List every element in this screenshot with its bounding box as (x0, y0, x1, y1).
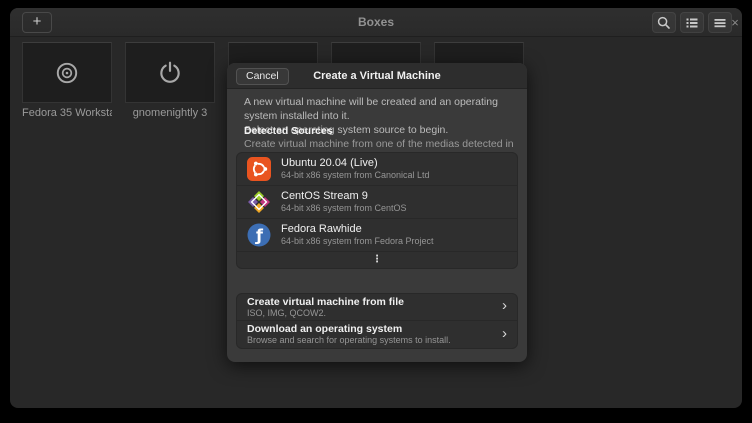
dialog-header: Create a Virtual Machine Cancel (227, 63, 527, 89)
fedora-logo-icon: ƒ (247, 223, 271, 247)
source-text: Ubuntu 20.04 (Live) 64-bit x86 system fr… (281, 157, 430, 181)
action-title: Create virtual machine from file (247, 296, 517, 308)
source-row-ubuntu[interactable]: Ubuntu 20.04 (Live) 64-bit x86 system fr… (237, 153, 517, 186)
source-description: 64-bit x86 system from Fedora Project (281, 236, 434, 247)
vm-label: Fedora 35 Workstation (22, 107, 112, 119)
source-text: CentOS Stream 9 64-bit x86 system from C… (281, 190, 407, 214)
source-row-fedora[interactable]: ƒ Fedora Rawhide 64-bit x86 system from … (237, 219, 517, 252)
status-ring-icon (54, 60, 80, 86)
vm-label: gnomenightly 3 (125, 107, 215, 119)
chevron-right-icon: › (502, 297, 507, 314)
create-from-file-row[interactable]: Create virtual machine from file ISO, IM… (237, 294, 517, 321)
source-name: CentOS Stream 9 (281, 190, 407, 203)
power-icon (157, 60, 183, 86)
search-icon (656, 15, 672, 31)
action-subtitle: ISO, IMG, QCOW2. (247, 308, 517, 319)
chevron-right-icon: › (502, 325, 507, 342)
svg-text:ƒ: ƒ (255, 226, 264, 245)
intro-line-1: A new virtual machine will be created an… (244, 95, 514, 123)
search-button[interactable] (652, 12, 676, 33)
dialog-actions-list: Create virtual machine from file ISO, IM… (236, 293, 518, 349)
action-subtitle: Browse and search for operating systems … (247, 335, 517, 346)
list-view-button[interactable] (680, 12, 704, 33)
cancel-button[interactable]: Cancel (236, 68, 289, 85)
detected-sources-heading: Detected Sources (244, 125, 333, 137)
vm-thumbnail-fedora35[interactable] (22, 42, 112, 103)
window-title: Boxes (10, 8, 742, 37)
source-description: 64-bit x86 system from Canonical Ltd (281, 170, 430, 181)
close-window-button[interactable]: × (726, 12, 742, 33)
ubuntu-logo-icon (247, 157, 271, 181)
titlebar: Boxes + (10, 8, 742, 37)
action-title: Download an operating system (247, 323, 517, 335)
source-text: Fedora Rawhide 64-bit x86 system from Fe… (281, 223, 434, 247)
source-name: Ubuntu 20.04 (Live) (281, 157, 430, 170)
vm-thumbnail-gnomenightly[interactable] (125, 42, 215, 103)
centos-logo-icon (247, 190, 271, 214)
download-os-row[interactable]: Download an operating system Browse and … (237, 321, 517, 348)
source-name: Fedora Rawhide (281, 223, 434, 236)
source-description: 64-bit x86 system from CentOS (281, 203, 407, 214)
list-view-icon (684, 15, 700, 31)
vertical-ellipsis-icon: ⋮ (372, 255, 382, 265)
new-vm-button[interactable]: + (22, 12, 52, 33)
create-vm-dialog: Create a Virtual Machine Cancel A new vi… (227, 63, 527, 362)
more-sources-button[interactable]: ⋮ (237, 252, 517, 268)
source-row-centos[interactable]: CentOS Stream 9 64-bit x86 system from C… (237, 186, 517, 219)
detected-sources-list: Ubuntu 20.04 (Live) 64-bit x86 system fr… (236, 152, 518, 269)
screen: Boxes + (0, 0, 752, 423)
